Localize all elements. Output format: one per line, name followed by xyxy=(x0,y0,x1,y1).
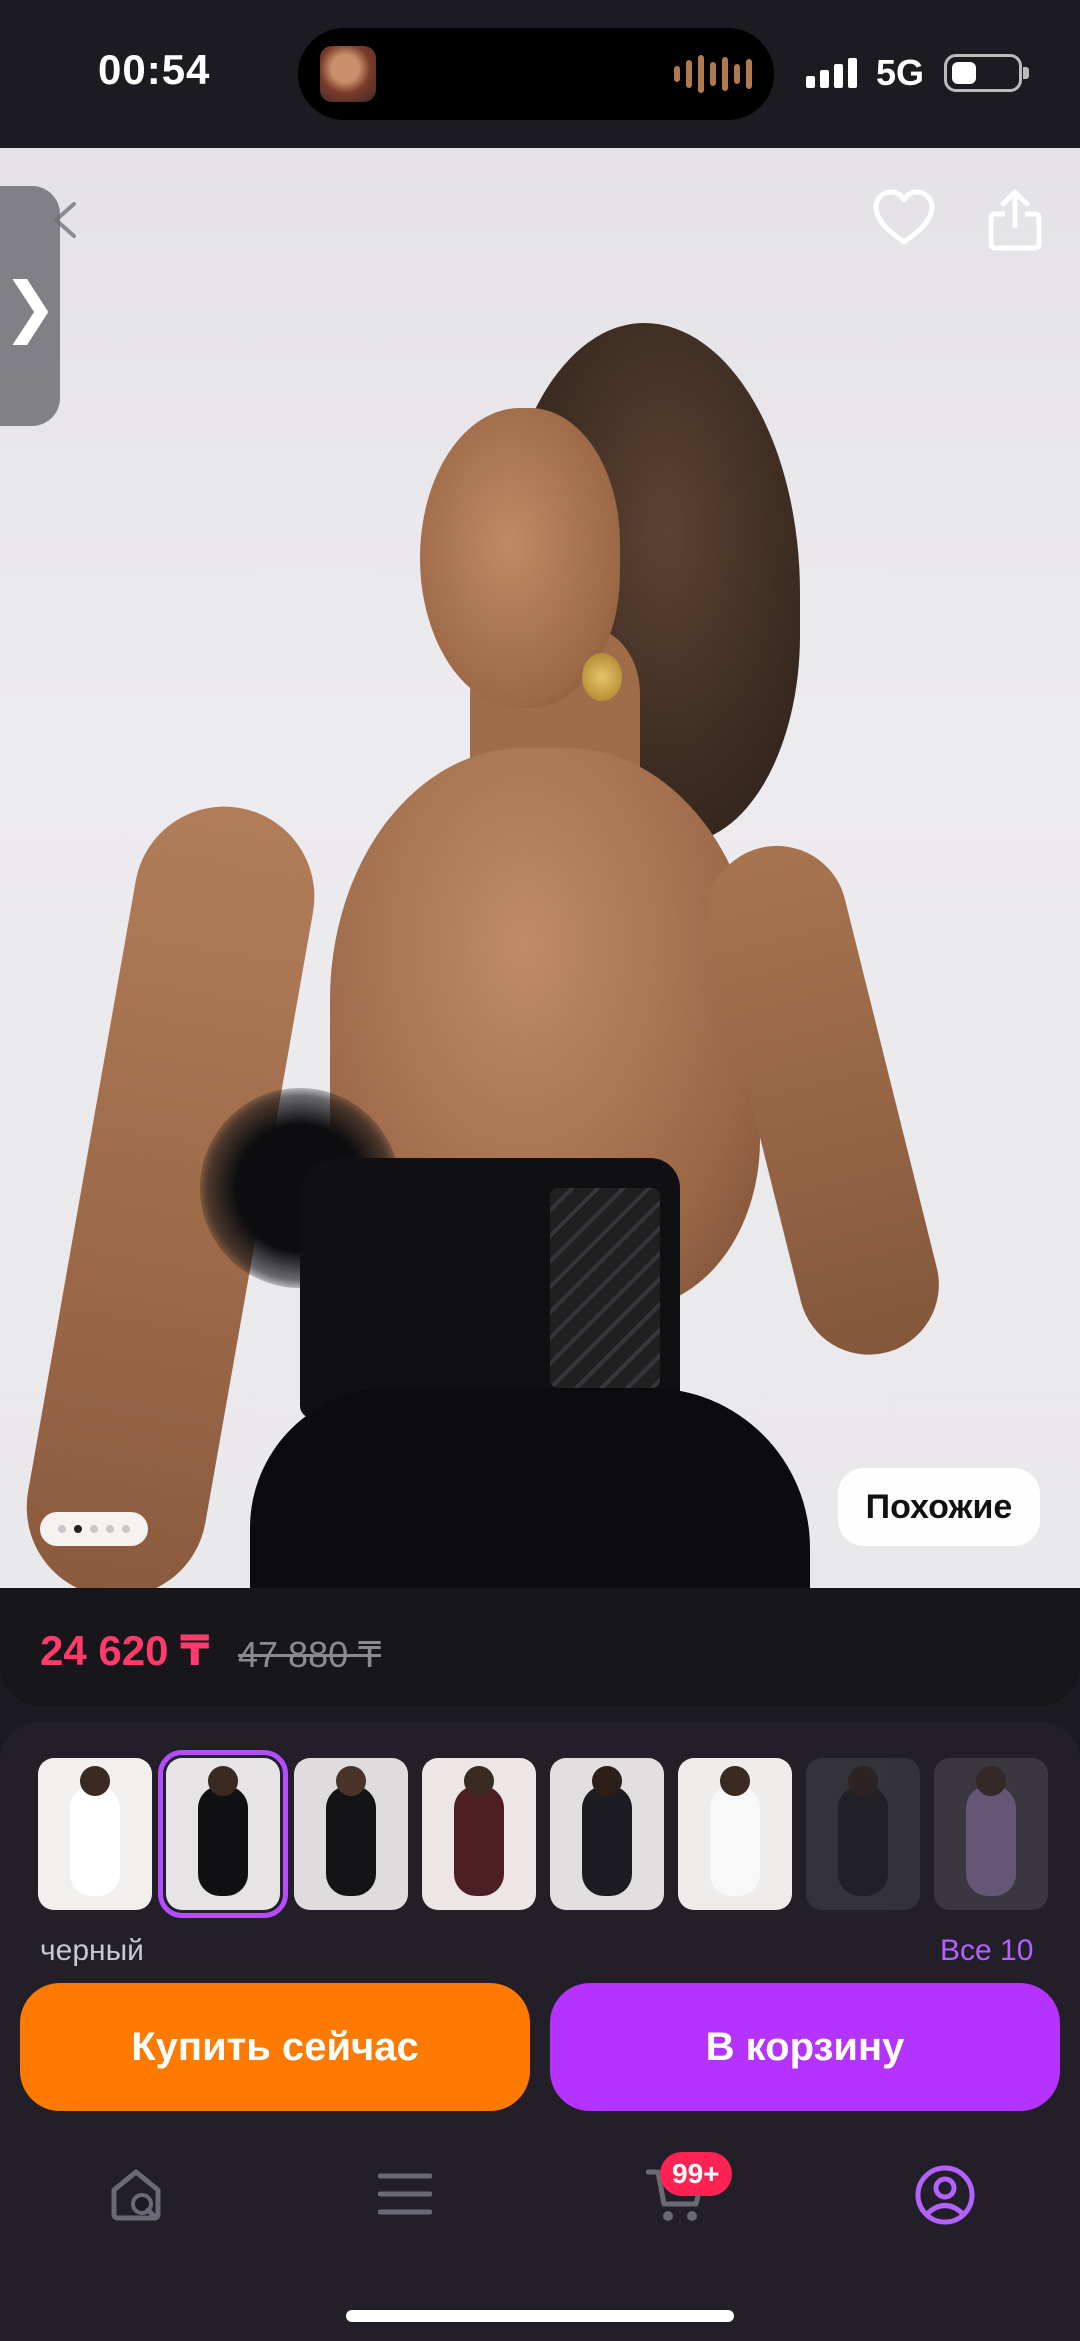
audio-waveform-icon xyxy=(674,54,752,94)
battery-icon xyxy=(944,54,1029,92)
favorite-heart-icon[interactable] xyxy=(872,188,936,248)
cellular-signal-icon xyxy=(806,58,857,88)
variant-thumbnails xyxy=(38,1750,1048,1918)
image-pagination xyxy=(40,1512,148,1546)
home-indicator xyxy=(346,2310,734,2322)
cart-count-badge: 99+ xyxy=(660,2152,732,2196)
variant-thumbnail[interactable] xyxy=(678,1758,792,1910)
share-icon[interactable] xyxy=(985,186,1045,252)
profile-icon[interactable] xyxy=(914,2164,976,2226)
status-time: 00:54 xyxy=(98,46,211,93)
similar-button[interactable]: Похожие xyxy=(838,1468,1040,1546)
buy-now-button[interactable]: Купить сейчас xyxy=(20,1983,530,2111)
variant-thumbnail[interactable] xyxy=(294,1758,408,1910)
dynamic-island[interactable] xyxy=(298,28,774,120)
home-search-icon[interactable] xyxy=(106,2164,166,2224)
network-type: 5G xyxy=(876,52,925,93)
side-panel-handle[interactable]: ❯ xyxy=(0,186,60,426)
variant-thumbnail[interactable] xyxy=(934,1758,1048,1910)
variant-thumbnail[interactable] xyxy=(158,1750,288,1918)
chevron-right-icon: ❯ xyxy=(2,267,58,345)
variant-thumbnail[interactable] xyxy=(38,1758,152,1910)
variant-thumbnail[interactable] xyxy=(550,1758,664,1910)
add-to-cart-button[interactable]: В корзину xyxy=(550,1983,1060,2111)
all-variants-link[interactable]: Все 10 xyxy=(940,1934,1033,1968)
catalog-menu-icon[interactable] xyxy=(378,2172,432,2216)
variant-thumbnail[interactable] xyxy=(806,1758,920,1910)
selected-color-label: черный xyxy=(40,1934,144,1967)
current-price: 24 620 ₸ xyxy=(40,1627,210,1674)
variant-thumbnail[interactable] xyxy=(422,1758,536,1910)
now-playing-artwork xyxy=(320,46,376,102)
product-image[interactable] xyxy=(0,148,1080,1588)
status-bar: 00:54 5G xyxy=(0,0,1080,148)
old-price: 47 880 ₸ xyxy=(238,1634,382,1675)
